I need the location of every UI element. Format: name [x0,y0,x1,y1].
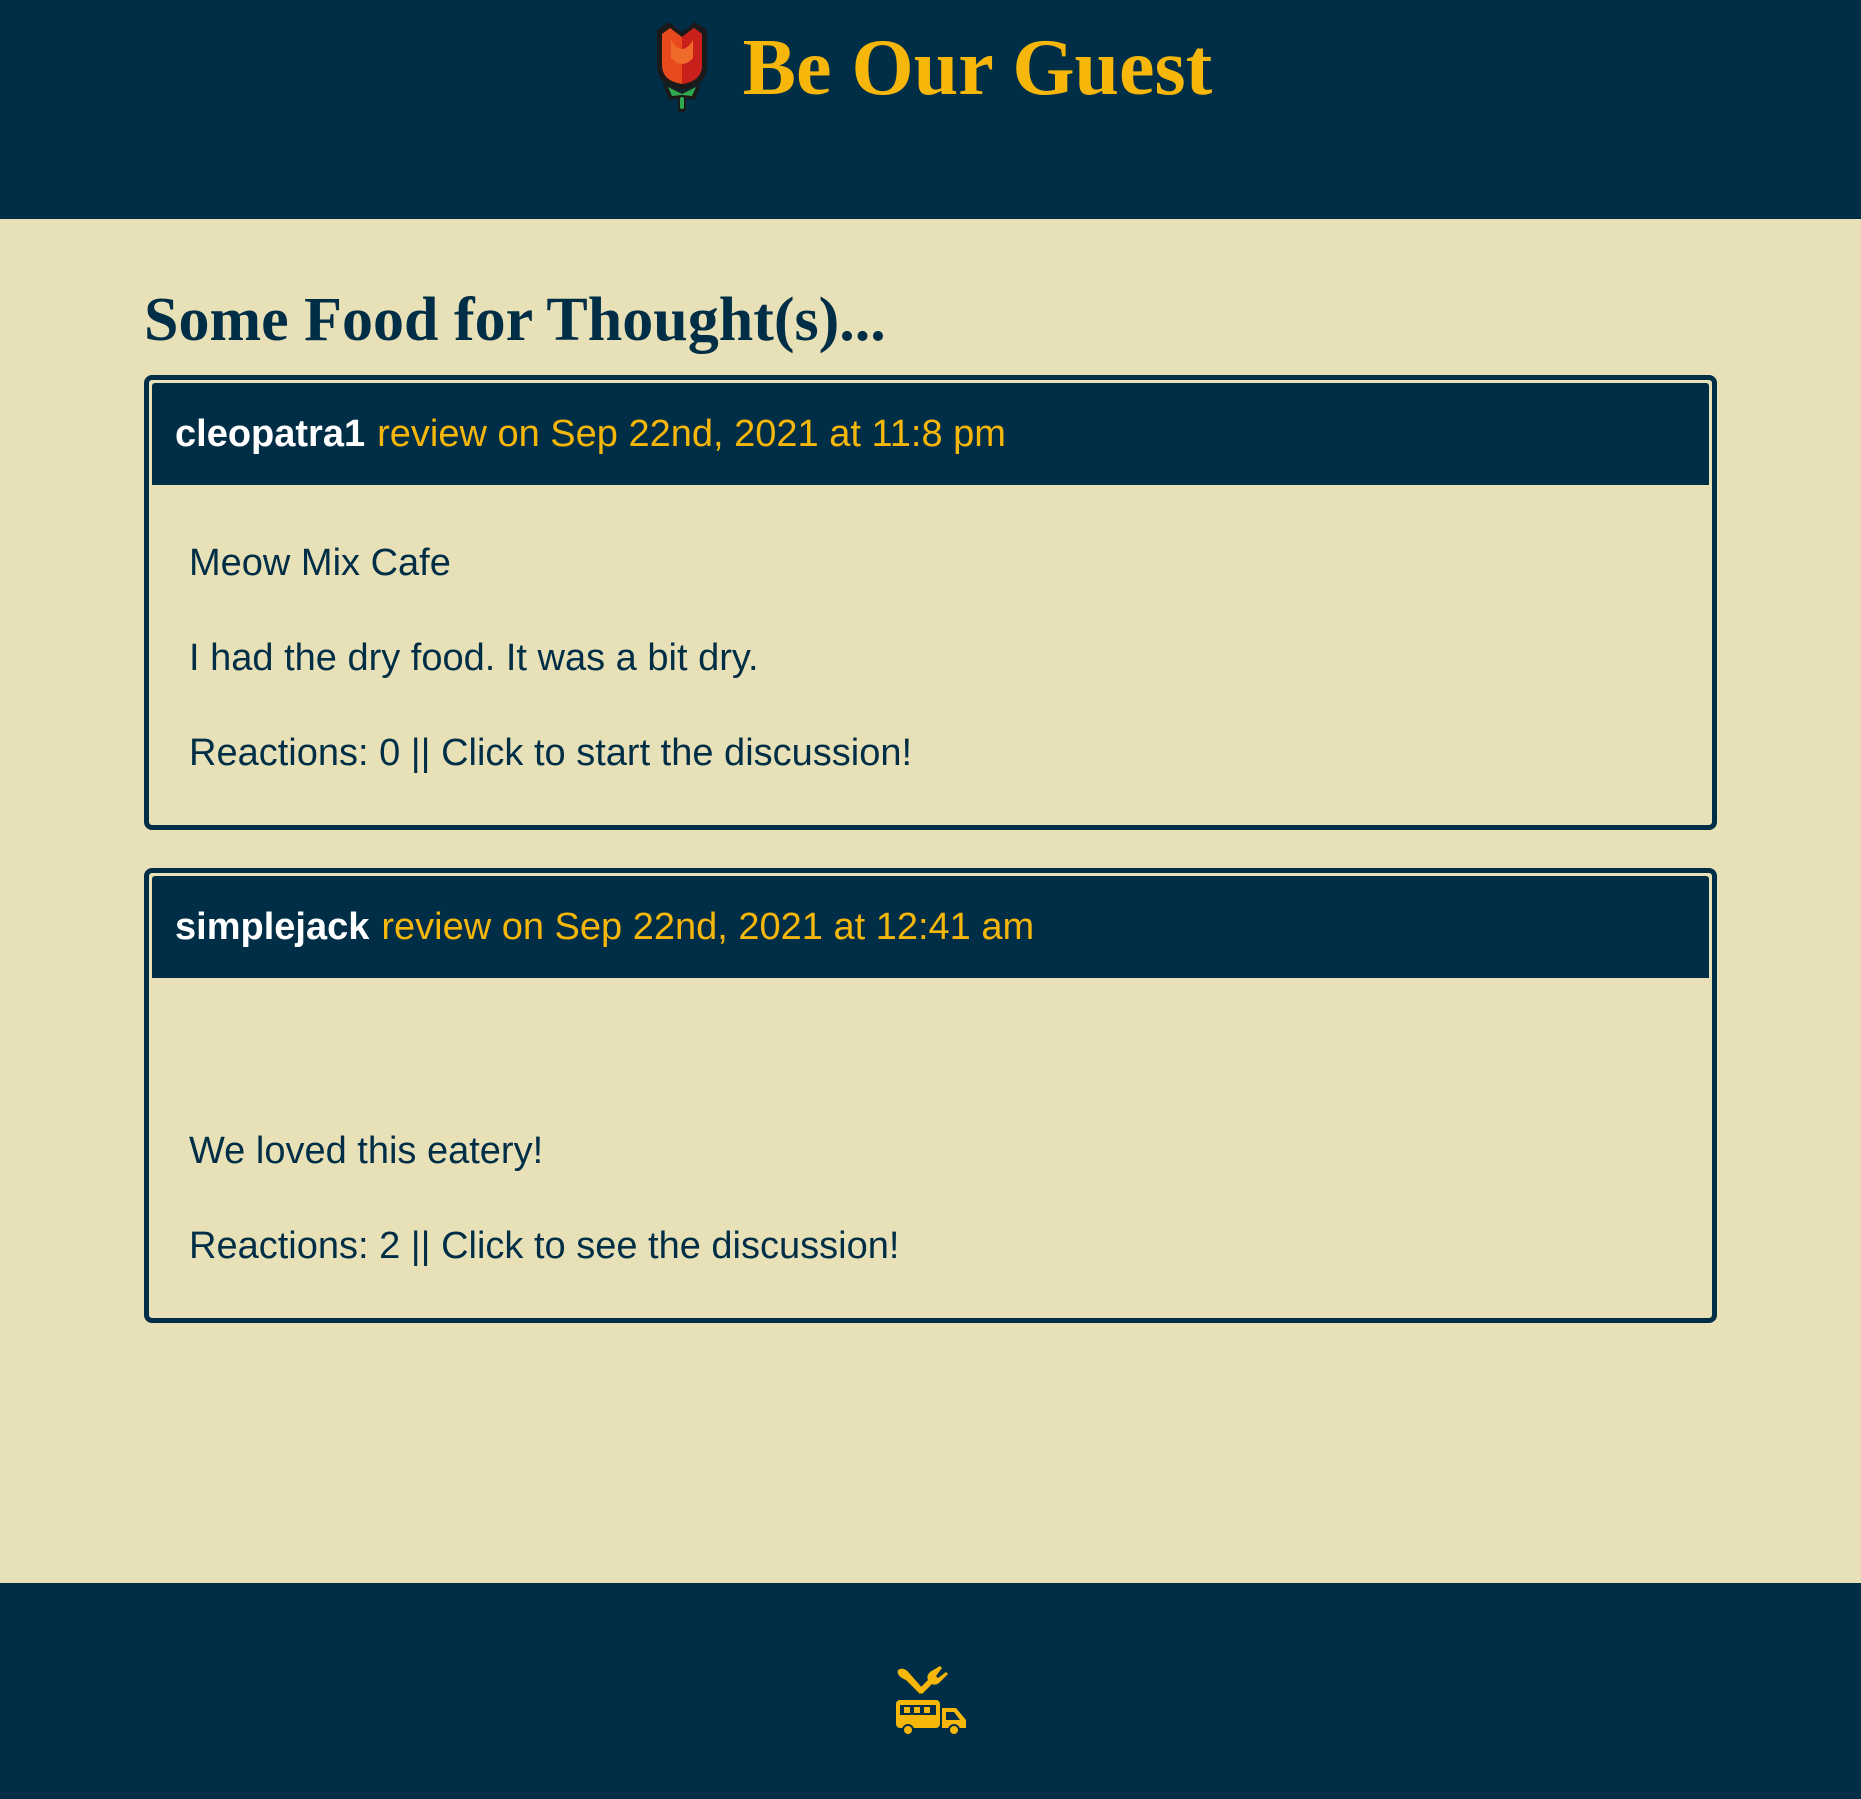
review-meta: review on Sep 22nd, 2021 at 11:8 pm [377,412,1006,455]
review-reactions-link[interactable]: Reactions: 2 || Click to see the discuss… [189,1199,1672,1294]
review-restaurant: Meow Mix Cafe [189,542,451,584]
review-card-header: cleopatra1 review on Sep 22nd, 2021 at 1… [152,383,1709,485]
site-footer [0,1583,1861,1799]
review-text: I had the dry food. It was a bit dry. [189,637,759,679]
review-card: simplejack review on Sep 22nd, 2021 at 1… [144,868,1717,1323]
review-card: cleopatra1 review on Sep 22nd, 2021 at 1… [144,375,1717,830]
review-text: We loved this eatery! [189,1130,544,1172]
page-title: Some Food for Thought(s)... [144,286,886,354]
review-meta: review on Sep 22nd, 2021 at 12:41 am [381,905,1035,948]
site-header: Be Our Guest [0,0,1861,219]
review-username[interactable]: cleopatra1 [175,413,365,456]
review-restaurant [189,1009,1672,1104]
review-reactions-link[interactable]: Reactions: 0 || Click to start the discu… [189,706,1672,801]
rose-icon [656,22,707,112]
review-card-body: Meow Mix Cafe I had the dry food. It was… [149,488,1712,825]
food-truck-icon [895,1666,966,1736]
review-card-body: We loved this eatery! Reactions: 2 || Cl… [149,981,1712,1318]
main-content: Some Food for Thought(s)... cleopatra1 r… [144,219,1717,1323]
site-title: Be Our Guest [742,24,1213,112]
brand[interactable]: Be Our Guest [0,18,1861,118]
review-username[interactable]: simplejack [175,906,369,949]
review-card-header: simplejack review on Sep 22nd, 2021 at 1… [152,876,1709,978]
